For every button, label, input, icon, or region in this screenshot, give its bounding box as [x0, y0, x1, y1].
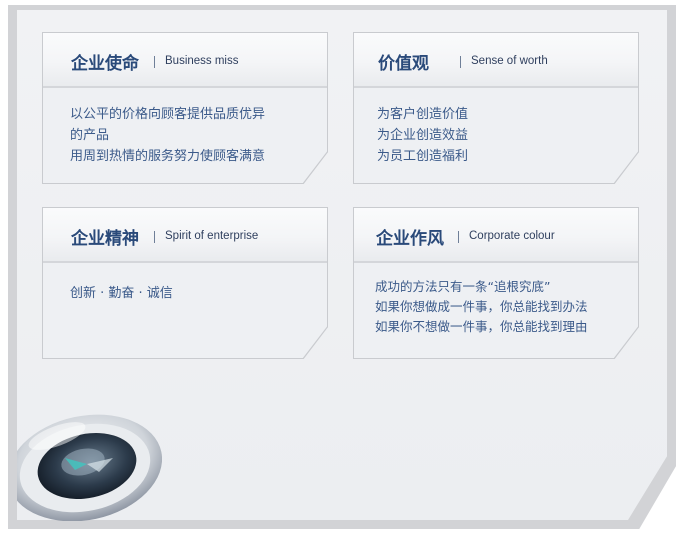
title-separator	[460, 56, 461, 68]
card-body: 创新 · 勤奋 · 诚信	[70, 283, 320, 304]
body-line: 创新 · 勤奋 · 诚信	[70, 286, 173, 301]
title-separator	[154, 231, 155, 243]
title-separator	[458, 231, 459, 243]
title-separator	[154, 56, 155, 68]
card-title: 价值观	[378, 54, 429, 74]
card-title: 企业作风	[376, 229, 444, 249]
card-title: 企业使命	[71, 54, 139, 74]
body-line: 的产品	[70, 128, 110, 143]
body-line: 如果你不想做一件事，你总能找到理由	[375, 319, 588, 334]
card-body: 成功的方法只有一条“追根究底” 如果你想做成一件事，你总能找到办法 如果你不想做…	[375, 277, 625, 337]
compass-graphic	[17, 414, 162, 521]
body-line: 以公平的价格向顾客提供品质优异	[70, 107, 266, 122]
card-sense-of-worth: 价值观 Sense of worth 为客户创造价值 为企业创造效益 为员工创造…	[353, 32, 639, 184]
card-subtitle: Spirit of enterprise	[165, 230, 259, 242]
card-corporate-style: 企业作风 Corporate colour 成功的方法只有一条“追根究底” 如果…	[353, 207, 639, 359]
compass-icon	[17, 406, 162, 521]
card-body: 以公平的价格向顾客提供品质优异 的产品 用周到热情的服务努力使顾客满意	[70, 104, 320, 167]
body-line: 如果你想做成一件事，你总能找到办法	[375, 299, 588, 314]
card-header: 企业作风 Corporate colour	[354, 208, 638, 263]
card-business-mission: 企业使命 Business miss 以公平的价格向顾客提供品质优异 的产品 用…	[42, 32, 328, 184]
body-line: 成功的方法只有一条“追根究底”	[375, 279, 551, 294]
card-header: 价值观 Sense of worth	[354, 33, 638, 88]
body-line: 为客户创造价值	[377, 107, 469, 122]
card-header: 企业使命 Business miss	[43, 33, 327, 88]
card-body: 为客户创造价值 为企业创造效益 为员工创造福利	[377, 104, 627, 167]
card-subtitle: Sense of worth	[471, 55, 548, 67]
card-subtitle: Corporate colour	[469, 230, 555, 242]
body-line: 为企业创造效益	[377, 128, 469, 143]
card-enterprise-spirit: 企业精神 Spirit of enterprise 创新 · 勤奋 · 诚信	[42, 207, 328, 359]
card-header: 企业精神 Spirit of enterprise	[43, 208, 327, 263]
body-line: 为员工创造福利	[377, 149, 469, 164]
card-subtitle: Business miss	[165, 55, 239, 67]
body-line: 用周到热情的服务努力使顾客满意	[70, 149, 266, 164]
card-title: 企业精神	[71, 229, 139, 249]
